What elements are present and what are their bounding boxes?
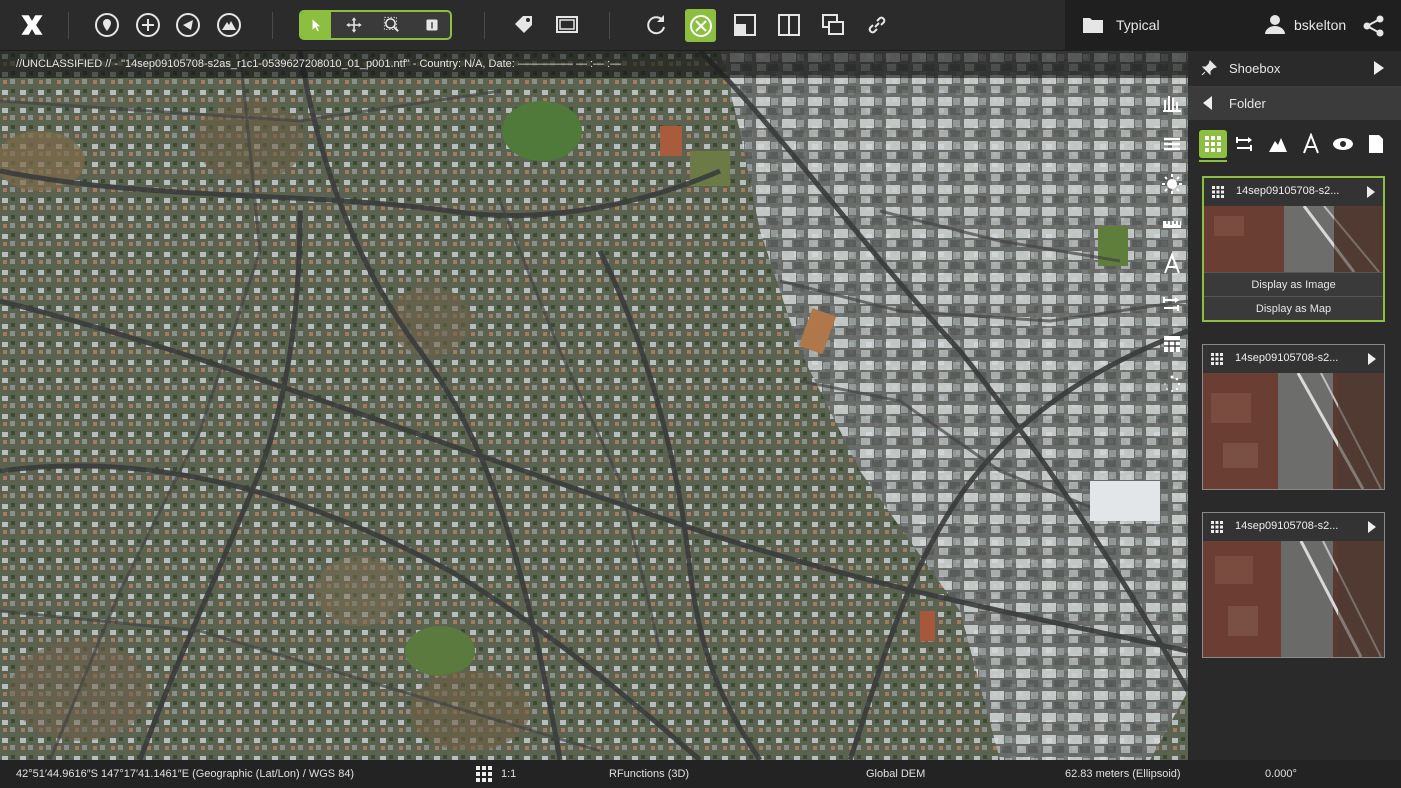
- add-icon[interactable]: [133, 10, 163, 40]
- tag-icon[interactable]: [509, 10, 539, 40]
- active-tab-underline: [1199, 160, 1227, 162]
- card-header: 14sep09105708-s2...: [1203, 345, 1384, 373]
- terrain-tab-icon[interactable]: [1264, 130, 1292, 158]
- card-title: 14sep09105708-s2...: [1236, 185, 1340, 197]
- functions-readout[interactable]: RFunctions (3D): [609, 768, 689, 780]
- folder-label: Folder: [1229, 96, 1266, 111]
- back-arrow-icon[interactable]: [1203, 96, 1212, 110]
- loading-dots-icon[interactable]: [1159, 371, 1185, 397]
- map-viewport[interactable]: //UNCLASSIFIED // - "14sep09105708-s2as_…: [0, 51, 1188, 760]
- card-header: 14sep09105708-s2...: [1204, 178, 1383, 206]
- crosshair-icon[interactable]: [685, 9, 716, 42]
- dem-readout[interactable]: Global DEM: [866, 768, 925, 780]
- link-icon[interactable]: [862, 10, 892, 40]
- image-card[interactable]: 14sep09105708-s2...: [1202, 512, 1385, 658]
- main-toolbar: [0, 0, 1065, 51]
- pan-icon[interactable]: [341, 12, 367, 38]
- satellite-imagery: [0, 51, 1188, 760]
- toolbar-divider: [609, 12, 610, 39]
- ruler-icon[interactable]: [1159, 211, 1185, 237]
- play-icon[interactable]: [1368, 353, 1376, 365]
- toolbar-divider: [484, 12, 485, 39]
- selection-tool-group: [299, 10, 452, 40]
- status-bar: 42°51′44.9616″S 147°17′41.1461″E (Geogra…: [0, 760, 1401, 788]
- select-arrow-icon[interactable]: [303, 12, 329, 38]
- card-header: 14sep09105708-s2...: [1203, 513, 1384, 541]
- coordinate-readout: 42°51′44.9616″S 147°17′41.1461″E (Geogra…: [16, 768, 355, 780]
- app-window: Typical bskelton //UNCLASSIFIED // - "14…: [0, 0, 1401, 788]
- text-tab-icon[interactable]: [1297, 130, 1325, 158]
- scale-readout[interactable]: 1:1: [501, 768, 516, 780]
- image-thumbnail: [1203, 373, 1384, 489]
- shoebox-label: Shoebox: [1229, 61, 1281, 76]
- shoebox-header[interactable]: Shoebox: [1188, 51, 1401, 85]
- card-title: 14sep09105708-s2...: [1235, 352, 1339, 364]
- grid-icon: [1211, 521, 1223, 533]
- document-icon[interactable]: [1362, 130, 1390, 158]
- shoebox-filter-tabs: [1188, 124, 1401, 164]
- navigate-icon[interactable]: [173, 10, 203, 40]
- grid-icon: [1212, 186, 1224, 198]
- histogram-icon[interactable]: [1159, 90, 1185, 116]
- card-title: 14sep09105708-s2...: [1235, 520, 1339, 532]
- image-card[interactable]: 14sep09105708-s2... Display as Image Dis…: [1202, 176, 1385, 322]
- image-card[interactable]: 14sep09105708-s2...: [1202, 344, 1385, 490]
- table-icon[interactable]: [1159, 331, 1185, 357]
- username[interactable]: bskelton: [1294, 17, 1346, 33]
- app-logo-icon[interactable]: [16, 9, 48, 41]
- placemark-icon[interactable]: [92, 10, 122, 40]
- play-icon[interactable]: [1367, 186, 1375, 198]
- text-annotation-icon[interactable]: [1159, 251, 1185, 277]
- display-as-map-button[interactable]: Display as Map: [1204, 296, 1383, 320]
- toolbar-divider: [272, 12, 273, 39]
- swap-icon[interactable]: [1159, 291, 1185, 317]
- folder-icon[interactable]: [1082, 16, 1104, 39]
- expand-arrow-icon[interactable]: [1374, 61, 1384, 75]
- toolbar-divider: [68, 12, 69, 39]
- split-view-icon[interactable]: [774, 10, 804, 40]
- single-view-icon[interactable]: [730, 10, 760, 40]
- display-as-image-button[interactable]: Display as Image: [1204, 272, 1383, 296]
- brightness-icon[interactable]: [1159, 171, 1185, 197]
- image-grid-icon[interactable]: [1199, 130, 1227, 158]
- rotation-readout: 0.000°: [1265, 768, 1297, 780]
- image-thumbnail: [1204, 206, 1383, 272]
- layers-icon[interactable]: [1159, 131, 1185, 157]
- pin-icon[interactable]: [1201, 60, 1217, 79]
- grid-icon[interactable]: [476, 766, 492, 785]
- terrain-icon[interactable]: [214, 10, 244, 40]
- vector-icon[interactable]: [1231, 130, 1259, 158]
- zoom-region-icon[interactable]: [379, 12, 405, 38]
- elevation-readout: 62.83 meters (Ellipsoid): [1065, 768, 1181, 780]
- screen-icon[interactable]: [552, 10, 582, 40]
- classification-banner: //UNCLASSIFIED // - "14sep09105708-s2as_…: [0, 51, 1188, 78]
- folder-back-row[interactable]: Folder: [1188, 86, 1401, 120]
- grid-icon: [1211, 353, 1223, 365]
- refresh-icon[interactable]: [641, 10, 671, 40]
- workspace-name[interactable]: Typical: [1116, 17, 1160, 33]
- overlay-view-icon[interactable]: [818, 10, 848, 40]
- shoebox-panel: Shoebox Folder 14sep09105708-s2... Displ…: [1188, 51, 1401, 760]
- user-area: Typical bskelton: [1065, 0, 1401, 51]
- info-icon[interactable]: [419, 12, 445, 38]
- play-icon[interactable]: [1368, 521, 1376, 533]
- image-thumbnail: [1203, 541, 1384, 657]
- share-icon[interactable]: [1362, 14, 1386, 43]
- user-avatar-icon[interactable]: [1264, 13, 1286, 40]
- eye-icon[interactable]: [1329, 130, 1357, 158]
